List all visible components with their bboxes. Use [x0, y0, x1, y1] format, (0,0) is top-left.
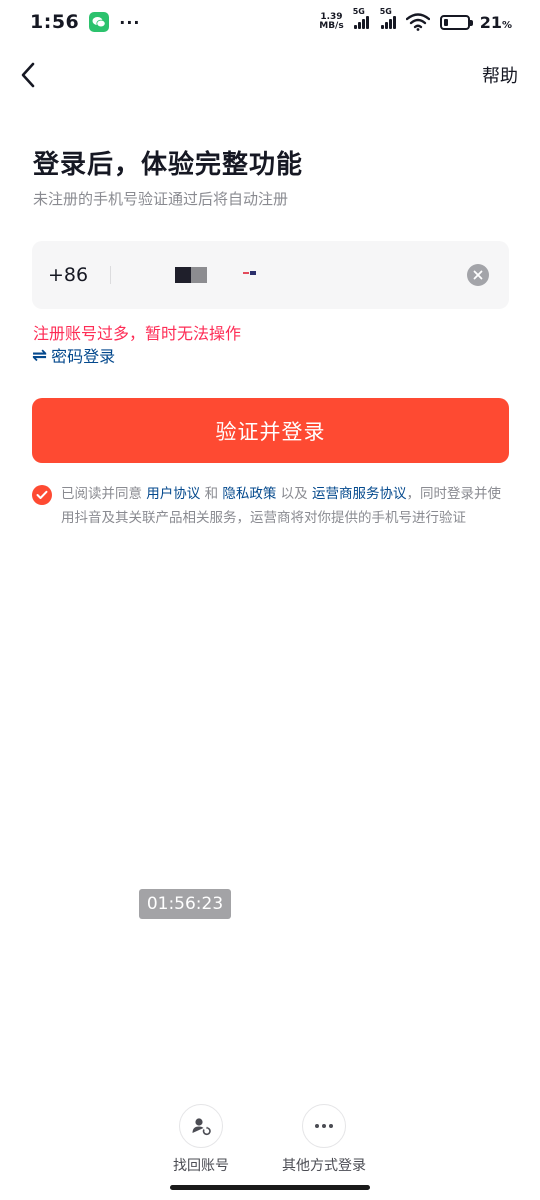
home-indicator[interactable] [170, 1185, 370, 1190]
battery-fill [443, 18, 449, 26]
carrier-agreement-link[interactable]: 运营商服务协议 [312, 486, 407, 502]
phone-mask-block [175, 267, 191, 283]
wifi-icon [405, 13, 430, 31]
other-login-option[interactable]: 其他方式登录 [280, 1104, 368, 1175]
chevron-left-icon [21, 62, 35, 88]
agreement-checkbox[interactable] [32, 485, 52, 505]
status-bar: 1:56 ··· 1.39 MB/s 5G 5G 21% [0, 0, 540, 44]
close-icon [473, 270, 483, 280]
battery-percent: 21% [480, 13, 512, 32]
privacy-policy-link[interactable]: 隐私政策 [222, 486, 276, 502]
sim2-signal-icon: 5G [380, 7, 396, 29]
network-speed: 1.39 MB/s [319, 13, 343, 31]
country-code-selector[interactable]: +86 [48, 264, 110, 286]
user-agreement-link[interactable]: 用户协议 [146, 486, 200, 502]
user-refresh-icon [192, 1118, 211, 1136]
network-speed-unit: MB/s [319, 21, 344, 31]
back-button[interactable] [20, 58, 46, 92]
clear-input-button[interactable] [467, 264, 489, 286]
bottom-options: 找回账号 其他方式登录 [0, 1104, 540, 1174]
swap-icon: ⇌ [32, 344, 48, 366]
status-right: 1.39 MB/s 5G 5G 21% [319, 7, 512, 32]
agreement-and2: 以及 [276, 486, 312, 502]
agreement-prefix: 已阅读并同意 [61, 486, 147, 502]
status-left: 1:56 ··· [30, 11, 141, 33]
status-time: 1:56 [30, 11, 80, 33]
battery-percent-value: 21 [479, 12, 502, 32]
recover-account-button[interactable] [179, 1104, 223, 1148]
recover-account-option[interactable]: 找回账号 [172, 1104, 230, 1175]
wechat-icon [89, 12, 110, 32]
battery-percent-unit: % [501, 19, 512, 31]
input-divider [110, 266, 111, 284]
more-notifications-icon: ··· [119, 12, 141, 32]
login-screen: 1:56 ··· 1.39 MB/s 5G 5G 21% 帮助 登录后，体验完整… [0, 0, 540, 1200]
verify-login-button[interactable]: 验证并登录 [32, 398, 509, 463]
sim2-label: 5G [379, 7, 392, 16]
phone-input-box[interactable]: +86 [32, 241, 509, 309]
phone-number-input[interactable] [131, 255, 467, 295]
other-login-label: 其他方式登录 [282, 1158, 366, 1174]
error-message: 注册账号过多，暂时无法操作 [33, 324, 242, 343]
agreement-text: 已阅读并同意 用户协议 和 隐私政策 以及 运营商服务协议，同时登录并使用抖音及… [61, 482, 510, 530]
agreement-and: 和 [200, 486, 223, 502]
battery-icon [439, 14, 473, 30]
password-login-link[interactable]: ⇌ 密码登录 [32, 343, 115, 367]
page-title: 登录后，体验完整功能 [33, 150, 304, 180]
check-icon [36, 490, 48, 499]
header: 帮助 [0, 50, 540, 100]
timestamp-overlay: 01:56:23 [139, 889, 231, 919]
more-icon [315, 1124, 333, 1128]
sim1-label: 5G [352, 7, 365, 16]
phone-mask-block [191, 267, 207, 283]
agreement-row: 已阅读并同意 用户协议 和 隐私政策 以及 运营商服务协议，同时登录并使用抖音及… [32, 482, 510, 530]
other-login-button[interactable] [302, 1104, 346, 1148]
page-subtitle: 未注册的手机号验证通过后将自动注册 [33, 190, 289, 208]
recover-account-label: 找回账号 [173, 1158, 229, 1174]
sim1-signal-icon: 5G [353, 7, 369, 29]
text-cursor-artifact [243, 271, 256, 275]
password-login-label: 密码登录 [51, 347, 116, 366]
help-link[interactable]: 帮助 [482, 62, 518, 88]
